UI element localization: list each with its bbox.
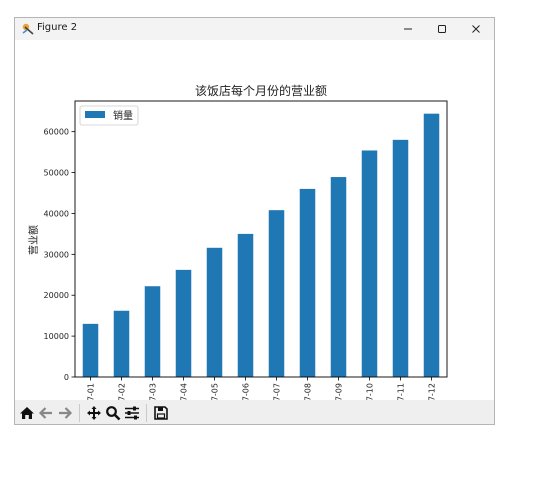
legend: 销量 (79, 105, 139, 126)
maximize-button[interactable] (425, 18, 459, 40)
figure-canvas: 该饭店每个月份的营业额 营业额 017-01 017-02 017-03 017-04… (15, 40, 494, 411)
y-tick-label: 0 (64, 373, 69, 382)
bar-017-04 (175, 269, 192, 377)
x-tick-label: 017-06 (242, 383, 251, 400)
bar-017-11 (392, 139, 409, 377)
title-bar[interactable]: Figure 2 (15, 18, 494, 40)
bar-017-03 (144, 286, 161, 377)
x-tick-label: 017-02 (118, 383, 127, 400)
window-title: Figure 2 (37, 22, 78, 33)
back-button[interactable] (37, 404, 55, 422)
minimize-button[interactable] (391, 18, 425, 40)
configure-subplots-icon (125, 406, 139, 420)
back-icon (38, 407, 52, 419)
bar-017-01 (82, 323, 99, 377)
bar-017-02 (113, 310, 130, 377)
x-tick-label: 017-04 (180, 383, 189, 400)
bar-017-05 (206, 247, 223, 377)
zoom-icon (106, 406, 121, 421)
bar-017-10 (361, 150, 378, 377)
legend-swatch (85, 111, 105, 118)
maximize-icon (438, 25, 446, 33)
minimize-icon (404, 28, 412, 30)
x-tick-label: 017-05 (211, 383, 220, 400)
pan-button[interactable] (85, 404, 103, 422)
toolbar-separator (79, 404, 80, 422)
zoom-button[interactable] (104, 404, 122, 422)
plot-frame (74, 100, 448, 378)
x-tick-label: 017-11 (397, 383, 406, 400)
legend-label: 销量 (113, 109, 133, 122)
forward-icon (59, 407, 73, 419)
toolbar-separator (146, 404, 147, 422)
x-tick-label: 017-07 (273, 383, 282, 400)
bar-017-08 (299, 188, 316, 377)
close-icon (472, 25, 480, 33)
configure-subplots-button[interactable] (123, 404, 141, 422)
navigation-toolbar (15, 400, 494, 424)
y-tick-label: 30000 (44, 250, 69, 259)
bar-017-12 (423, 113, 440, 378)
save-button[interactable] (152, 404, 170, 422)
y-tick-label: 40000 (44, 209, 69, 218)
forward-button[interactable] (56, 404, 74, 422)
close-button[interactable] (459, 18, 493, 40)
y-tick-label: 10000 (44, 332, 69, 341)
bar-chart: 该饭店每个月份的营业额 营业额 017-01 017-02 017-03 017-04… (27, 83, 448, 411)
x-tick-label: 017-03 (149, 383, 158, 400)
x-tick-label: 017-08 (304, 383, 313, 400)
bar-017-07 (268, 210, 285, 377)
x-tick-label: 017-12 (428, 383, 437, 400)
x-tick-label: 017-10 (366, 383, 375, 400)
y-tick-label: 50000 (44, 169, 69, 178)
figure-window: Figure 2 该饭店每个月份的营业额 营业额 017-01 017-02 017… (14, 17, 495, 425)
y-tick-label: 20000 (44, 291, 69, 300)
save-icon (154, 406, 168, 420)
home-icon (20, 407, 34, 419)
pan-icon (87, 406, 101, 420)
bar-017-06 (237, 233, 254, 377)
y-tick-label: 60000 (44, 128, 69, 137)
x-tick-label: 017-01 (87, 383, 96, 400)
home-button[interactable] (18, 404, 36, 422)
chart-title: 该饭店每个月份的营业额 (195, 83, 327, 98)
bar-017-09 (330, 177, 347, 377)
matplotlib-app-icon (22, 23, 34, 35)
y-axis-label: 营业额 (27, 225, 40, 255)
x-tick-label: 017-09 (335, 383, 344, 400)
